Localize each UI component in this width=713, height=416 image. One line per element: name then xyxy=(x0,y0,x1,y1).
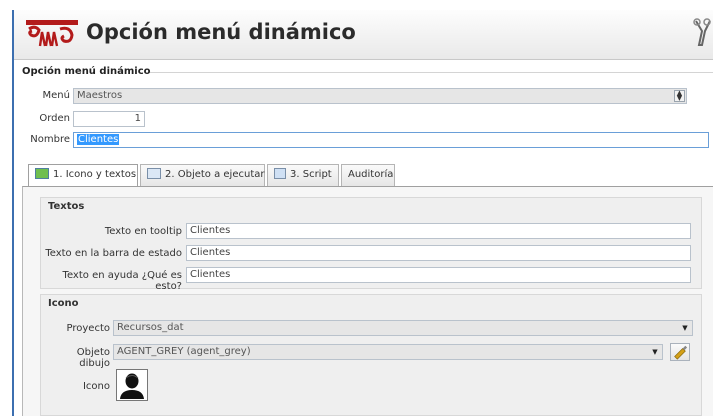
tab-icono-textos[interactable]: 1. Icono y textos xyxy=(28,164,138,187)
objeto-dibujo-combo[interactable]: AGENT_GREY (agent_grey) ▼ xyxy=(113,344,663,360)
ayuda-label: Texto en ayuda ¿Qué es esto? xyxy=(62,270,182,292)
form-legend: Opción menú dinámico xyxy=(22,66,155,77)
nombre-label: Nombre xyxy=(30,134,70,145)
nombre-field[interactable]: Clientes xyxy=(73,132,709,148)
tab-objeto-ejecutar[interactable]: 2. Objeto a ejecutar xyxy=(140,164,265,186)
image-icon xyxy=(35,168,49,179)
nombre-value: Clientes xyxy=(77,134,120,145)
tools-icon[interactable] xyxy=(692,18,712,48)
menu-spinner[interactable]: ▲ ▼ xyxy=(674,90,685,102)
tab-auditoria[interactable]: Auditoría xyxy=(341,164,395,186)
tab-label: 2. Objeto a ejecutar xyxy=(165,169,265,180)
objeto-dibujo-value: AGENT_GREY (agent_grey) xyxy=(117,346,251,357)
paint-brush-icon[interactable] xyxy=(670,343,690,361)
proyecto-label: Proyecto xyxy=(66,323,110,334)
tab-label: Auditoría xyxy=(348,169,394,180)
icono-title: Icono xyxy=(48,298,79,309)
tab-label: 1. Icono y textos xyxy=(53,169,137,180)
chevron-down-icon[interactable]: ▼ xyxy=(650,347,660,357)
objeto-dibujo-label: Objeto dibujo xyxy=(76,347,110,369)
temple-frieze-logo-icon xyxy=(26,20,78,47)
tab-script[interactable]: 3. Script xyxy=(267,164,339,186)
script-icon xyxy=(274,168,286,179)
tooltip-label: Texto en tooltip xyxy=(104,226,182,237)
proyecto-value: Recursos_dat xyxy=(117,322,184,333)
tooltip-field[interactable]: Clientes xyxy=(186,223,691,239)
icon-preview xyxy=(116,369,148,401)
person-icon xyxy=(120,373,144,399)
chevron-down-icon[interactable]: ▼ xyxy=(680,323,690,333)
legend-divider xyxy=(150,72,713,73)
barra-estado-field[interactable]: Clientes xyxy=(186,245,691,261)
menu-value: Maestros xyxy=(77,90,123,101)
proyecto-combo[interactable]: Recursos_dat ▼ xyxy=(113,320,693,336)
page-title: Opción menú dinámico xyxy=(86,20,356,44)
orden-label: Orden xyxy=(39,113,70,124)
menu-field[interactable]: Maestros ▲ ▼ xyxy=(73,88,687,104)
barra-estado-label: Texto en la barra de estado xyxy=(45,248,182,259)
textos-title: Textos xyxy=(48,201,85,212)
left-border xyxy=(12,10,14,416)
window-icon xyxy=(147,168,161,179)
ayuda-field[interactable]: Clientes xyxy=(186,267,691,283)
icono-label: Icono xyxy=(82,381,110,392)
orden-field[interactable]: 1 xyxy=(73,111,145,127)
menu-label: Menú xyxy=(42,90,70,101)
tab-label: 3. Script xyxy=(290,169,332,180)
